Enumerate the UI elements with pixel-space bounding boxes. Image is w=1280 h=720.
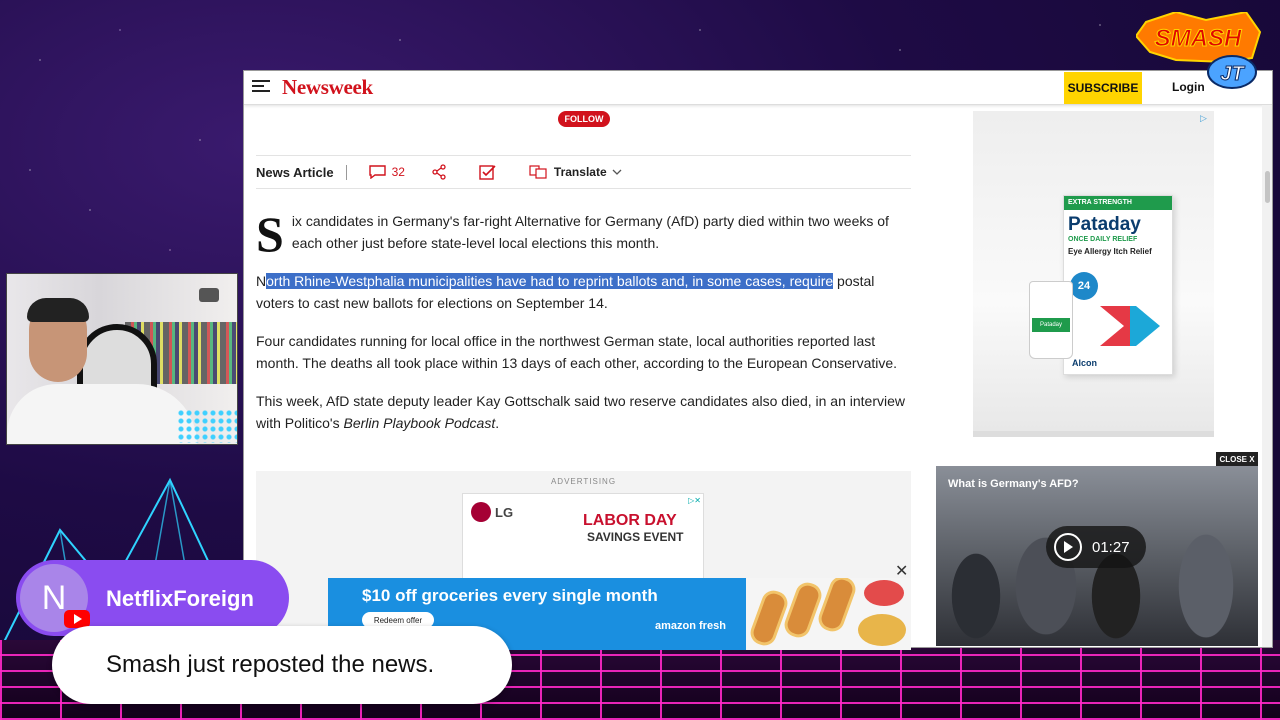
lg-logo: LG: [471, 502, 513, 522]
smash-text: SMASH: [1155, 25, 1242, 52]
paragraph-3: Four candidates running for local office…: [256, 333, 898, 371]
newsweek-logo[interactable]: Newsweek: [282, 75, 373, 100]
bottle-label: Pataday: [1032, 318, 1070, 332]
watermelon-image: [864, 580, 904, 606]
eye-drop-bottle: Pataday: [1029, 281, 1073, 359]
video-close-button[interactable]: CLOSE X: [1216, 452, 1258, 466]
chat-user-pill: N NetflixForeign: [16, 560, 289, 636]
video-player[interactable]: What is Germany's AFD? 01:27: [936, 466, 1258, 646]
hotdog-image: [815, 578, 859, 635]
paragraph-2: North Rhine-Westphalia municipalities ha…: [256, 271, 911, 314]
package-sub: ONCE DAILY RELIEF: [1068, 236, 1138, 243]
chat-username: NetflixForeign: [106, 586, 254, 611]
jt-text: JT: [1220, 63, 1245, 85]
translate-icon: [529, 165, 547, 179]
streamer-shirt: [7, 384, 197, 444]
comment-count: 32: [391, 165, 405, 179]
chat-message: Smash just reposted the news.: [52, 626, 512, 704]
sidebar-ad[interactable]: ▷ EXTRA STRENGTH Pataday ONCE DAILY RELI…: [973, 111, 1214, 437]
drop-cap: S: [256, 206, 284, 262]
lg-ad[interactable]: LG LABOR DAY SAVINGS EVENT ▷✕: [462, 493, 704, 583]
video-duration: 01:27: [1092, 538, 1130, 556]
food-image: [746, 578, 911, 650]
led-lights: [177, 409, 237, 443]
alcon-label: Alcon: [1072, 358, 1098, 368]
translate-label: Translate: [553, 165, 607, 179]
comment-icon: [368, 165, 386, 179]
menu-icon[interactable]: [252, 80, 270, 94]
checkbox-icon: [479, 165, 496, 180]
scroll-thumb[interactable]: [1265, 171, 1270, 203]
article-type-label: News Article: [256, 164, 347, 180]
package-brand: Pataday: [1068, 214, 1141, 235]
paragraph-1-text: ix candidates in Germany's far-right Alt…: [291, 213, 889, 251]
paragraph-4: This week, AfD state deputy leader Kay G…: [256, 391, 911, 434]
podcast-name: Berlin Playbook Podcast: [343, 414, 496, 431]
savings-event-subline: SAVINGS EVENT: [587, 530, 684, 544]
selected-text-highlight: orth Rhine-Westphalia municipalities hav…: [266, 273, 834, 289]
pataday-package: EXTRA STRENGTH Pataday ONCE DAILY RELIEF…: [1063, 195, 1173, 375]
package-strength-label: EXTRA STRENGTH: [1064, 196, 1172, 210]
paragraph-4-end: .: [495, 414, 500, 431]
webcam-feed: [6, 273, 238, 445]
hotdog-image: [747, 587, 791, 649]
youtube-plaque: [199, 288, 219, 302]
package-desc: Eye Allergy Itch Relief: [1068, 247, 1152, 256]
hotdog-image: [781, 579, 825, 641]
site-header: Newsweek SUBSCRIBE Login: [244, 71, 1272, 105]
scrollbar[interactable]: [1262, 105, 1272, 647]
play-icon: [1054, 533, 1082, 561]
subscribe-button[interactable]: SUBSCRIBE: [1064, 72, 1142, 104]
amazon-fresh-logo: amazon fresh: [655, 620, 726, 632]
paragraph-2-first-letter: N: [256, 273, 267, 289]
ad-choices-icon[interactable]: ▷: [1200, 113, 1210, 123]
translate-dropdown[interactable]: Translate: [529, 165, 622, 179]
lg-logo-icon: [471, 502, 491, 522]
chevron-graphic: [1100, 306, 1160, 346]
save-button[interactable]: [479, 164, 503, 180]
lg-logo-text: LG: [495, 504, 514, 520]
article-toolbar: News Article 32 Translate: [256, 155, 911, 189]
video-title: What is Germany's AFD?: [948, 478, 1079, 490]
advertising-label: ADVERTISING: [550, 477, 617, 486]
close-icon[interactable]: ✕: [895, 561, 908, 581]
streamer-hair: [27, 298, 89, 322]
paragraph-1: Six candidates in Germany's far-right Al…: [256, 206, 911, 262]
follow-button[interactable]: FOLLOW: [558, 111, 610, 127]
play-button[interactable]: 01:27: [1046, 526, 1146, 568]
amazon-headline: $10 off groceries every single month: [362, 586, 658, 605]
comments-button[interactable]: 32: [368, 165, 405, 179]
smash-jt-logo: SMASH JT: [1136, 12, 1262, 89]
labor-day-headline: LABOR DAY: [583, 512, 677, 529]
ad-choices-icon[interactable]: ▷✕: [688, 496, 701, 505]
24-hour-badge: 24: [1070, 272, 1098, 300]
chevron-down-icon: [612, 169, 622, 175]
article-body: Six candidates in Germany's far-right Al…: [256, 206, 911, 451]
share-icon: [432, 164, 446, 180]
share-button[interactable]: [431, 164, 453, 180]
taco-image: [858, 614, 906, 646]
